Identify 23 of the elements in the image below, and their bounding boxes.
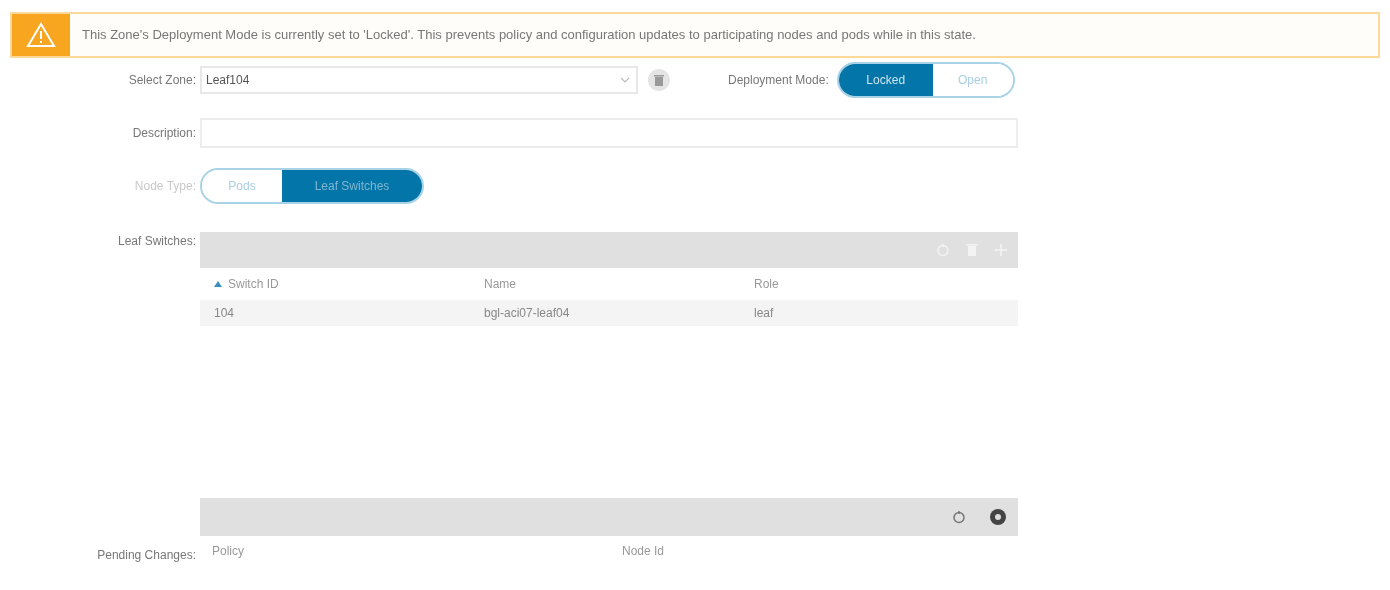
warning-text: This Zone's Deployment Mode is currently set to 'Locked'. This prevents policy and configuration updates to participating nodes and pods while in this state. — [81, 26, 976, 45]
field-label: Description: — [131, 125, 197, 142]
warning-icon — [26, 22, 56, 48]
zone-value: Leaf104 — [205, 72, 251, 89]
field-label: Select Zone: — [127, 72, 197, 89]
chevron-down-icon — [619, 75, 631, 85]
table-cell-text: leaf — [753, 305, 775, 322]
settings-icon[interactable] — [990, 509, 1006, 525]
column-header[interactable]: Name — [470, 275, 740, 293]
column-header[interactable]: Switch ID — [200, 275, 470, 293]
refresh-icon[interactable] — [952, 510, 966, 524]
toggle-option[interactable]: Locked — [838, 64, 933, 96]
trash-icon[interactable] — [648, 69, 670, 91]
table-cell-text: 104 — [213, 305, 236, 322]
field-label: Pending Changes: — [97, 547, 197, 564]
column-header[interactable]: Role — [740, 275, 1018, 293]
column-header[interactable]: Policy — [200, 542, 610, 560]
table-cell-text: bgl-aci07-leaf04 — [483, 305, 571, 322]
column-header[interactable]: Node Id — [610, 542, 1018, 560]
field-label: Leaf Switches: — [116, 233, 197, 250]
zone-select[interactable]: Leaf104 — [200, 66, 638, 94]
field-label: Deployment Mode: — [728, 72, 829, 89]
sort-ascending-icon — [214, 281, 222, 287]
